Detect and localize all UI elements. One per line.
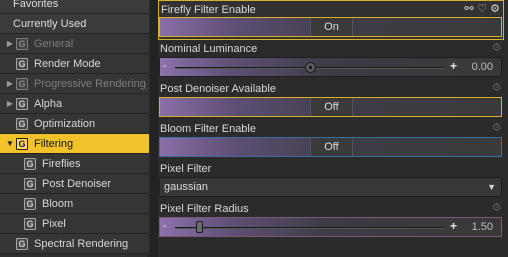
sidebar-item-progressive-rendering[interactable]: ▶ G Progressive Rendering <box>0 74 149 94</box>
heart-icon[interactable]: ♡ <box>476 3 488 15</box>
dropdown-value: gaussian <box>164 181 209 193</box>
sidebar-item-pixel[interactable]: G Pixel <box>0 214 149 234</box>
sidebar-favorites-label: Favorites <box>13 0 59 10</box>
slider-value[interactable]: 1.50 <box>472 221 493 233</box>
pixel-filter-radius-property: Pixel Filter Radius ⚙ - + 1.50 <box>158 200 504 240</box>
group-icon: G <box>16 57 28 70</box>
pixel-filter-property: Pixel Filter gaussian ▼ <box>158 160 504 200</box>
group-icon: G <box>16 137 28 150</box>
sidebar-item-label: General <box>34 37 74 50</box>
sidebar-item-label: Pixel <box>42 217 66 230</box>
toggle-value[interactable]: On <box>310 18 353 36</box>
sidebar-currently-used[interactable]: Currently Used <box>0 14 149 34</box>
group-icon: G <box>24 197 36 210</box>
sidebar-item-label: Spectral Rendering <box>34 237 129 250</box>
luminance-slider[interactable]: - + 0.00 <box>159 57 502 77</box>
sidebar-item-alpha[interactable]: ▶ G Alpha <box>0 94 149 114</box>
sidebar-item-filtering[interactable]: ▼ G Filtering <box>0 134 149 154</box>
gear-icon[interactable]: ⚙ <box>489 3 501 15</box>
category-sidebar: Favorites Currently Used ▶ G General G R… <box>0 0 149 257</box>
sidebar-item-render-mode[interactable]: G Render Mode <box>0 54 149 74</box>
group-icon: G <box>24 157 36 170</box>
group-icon: G <box>24 217 36 230</box>
sidebar-item-label: Bloom <box>42 197 74 210</box>
property-label: Pixel Filter Radius <box>160 203 249 215</box>
group-icon: G <box>16 237 28 250</box>
property-label: Post Denoiser Available <box>160 83 276 95</box>
sidebar-item-label: Filtering <box>34 137 74 150</box>
bloom-toggle[interactable]: Off <box>159 137 502 157</box>
sidebar-item-fireflies[interactable]: G Fireflies <box>0 154 149 174</box>
sidebar-item-label: Fireflies <box>42 157 81 170</box>
sidebar-favorites[interactable]: Favorites <box>0 0 149 14</box>
gear-icon[interactable]: ⚙ <box>491 83 502 94</box>
link-icon[interactable]: ⚯ <box>463 3 475 15</box>
collapse-arrow-icon[interactable]: ▼ <box>4 139 16 148</box>
pixel-radius-slider[interactable]: - + 1.50 <box>159 217 502 237</box>
gear-icon[interactable]: ⚙ <box>491 123 502 134</box>
gear-icon[interactable]: ⚙ <box>491 43 502 54</box>
property-label: Nominal Luminance <box>160 43 258 55</box>
sidebar-item-label: Post Denoiser <box>42 177 112 190</box>
toggle-value[interactable]: Off <box>310 138 353 156</box>
sidebar-item-post-denoiser[interactable]: G Post Denoiser <box>0 174 149 194</box>
slider-knob[interactable] <box>304 62 316 73</box>
chevron-down-icon[interactable]: ▼ <box>487 182 496 192</box>
expand-arrow-icon[interactable]: ▶ <box>4 39 16 48</box>
slider-value[interactable]: 0.00 <box>472 61 493 73</box>
sidebar-item-general[interactable]: ▶ G General <box>0 34 149 54</box>
sidebar-item-label: Alpha <box>34 97 63 110</box>
sidebar-item-optimization[interactable]: G Optimization <box>0 114 149 134</box>
slider-track[interactable] <box>175 227 445 229</box>
property-label: Bloom Filter Enable <box>160 123 256 135</box>
nominal-luminance-property: Nominal Luminance ⚙ - + 0.00 <box>158 40 504 80</box>
bloom-filter-property: Bloom Filter Enable ⚙ Off <box>158 120 504 160</box>
group-icon: G <box>16 117 28 130</box>
toggle-value[interactable]: Off <box>310 98 353 116</box>
sidebar-item-label: Optimization <box>34 117 96 130</box>
decrement-button[interactable]: - <box>163 220 167 232</box>
increment-button[interactable]: + <box>450 59 457 73</box>
property-actions: ⚯ ♡ ⚙ <box>463 3 501 15</box>
property-label: Pixel Filter <box>160 163 212 175</box>
group-icon: G <box>16 37 28 50</box>
increment-button[interactable]: + <box>450 219 457 233</box>
panel-splitter[interactable] <box>150 0 158 257</box>
group-icon: G <box>16 97 28 110</box>
property-panel: Firefly Filter Enable ⚯ ♡ ⚙ On Nominal L… <box>158 0 508 257</box>
pixel-filter-dropdown[interactable]: gaussian ▼ <box>159 177 502 197</box>
post-denoiser-toggle[interactable]: Off <box>159 97 502 117</box>
sidebar-item-spectral-rendering[interactable]: G Spectral Rendering <box>0 234 149 254</box>
decrement-button[interactable]: - <box>163 60 167 72</box>
sidebar-item-label: Render Mode <box>34 57 101 70</box>
group-icon: G <box>16 77 28 90</box>
gear-icon[interactable]: ⚙ <box>491 203 502 214</box>
sidebar-item-label: Progressive Rendering <box>34 77 146 90</box>
expand-arrow-icon[interactable]: ▶ <box>4 99 16 108</box>
slider-knob[interactable] <box>195 221 203 233</box>
expand-arrow-icon[interactable]: ▶ <box>4 79 16 88</box>
firefly-filter-property: Firefly Filter Enable ⚯ ♡ ⚙ On <box>158 0 504 40</box>
sidebar-currently-used-label: Currently Used <box>13 17 87 30</box>
firefly-toggle[interactable]: On <box>159 17 502 37</box>
sidebar-item-bloom[interactable]: G Bloom <box>0 194 149 214</box>
group-icon: G <box>24 177 36 190</box>
post-denoiser-property: Post Denoiser Available ⚙ Off <box>158 80 504 120</box>
property-label: Firefly Filter Enable <box>161 4 256 16</box>
